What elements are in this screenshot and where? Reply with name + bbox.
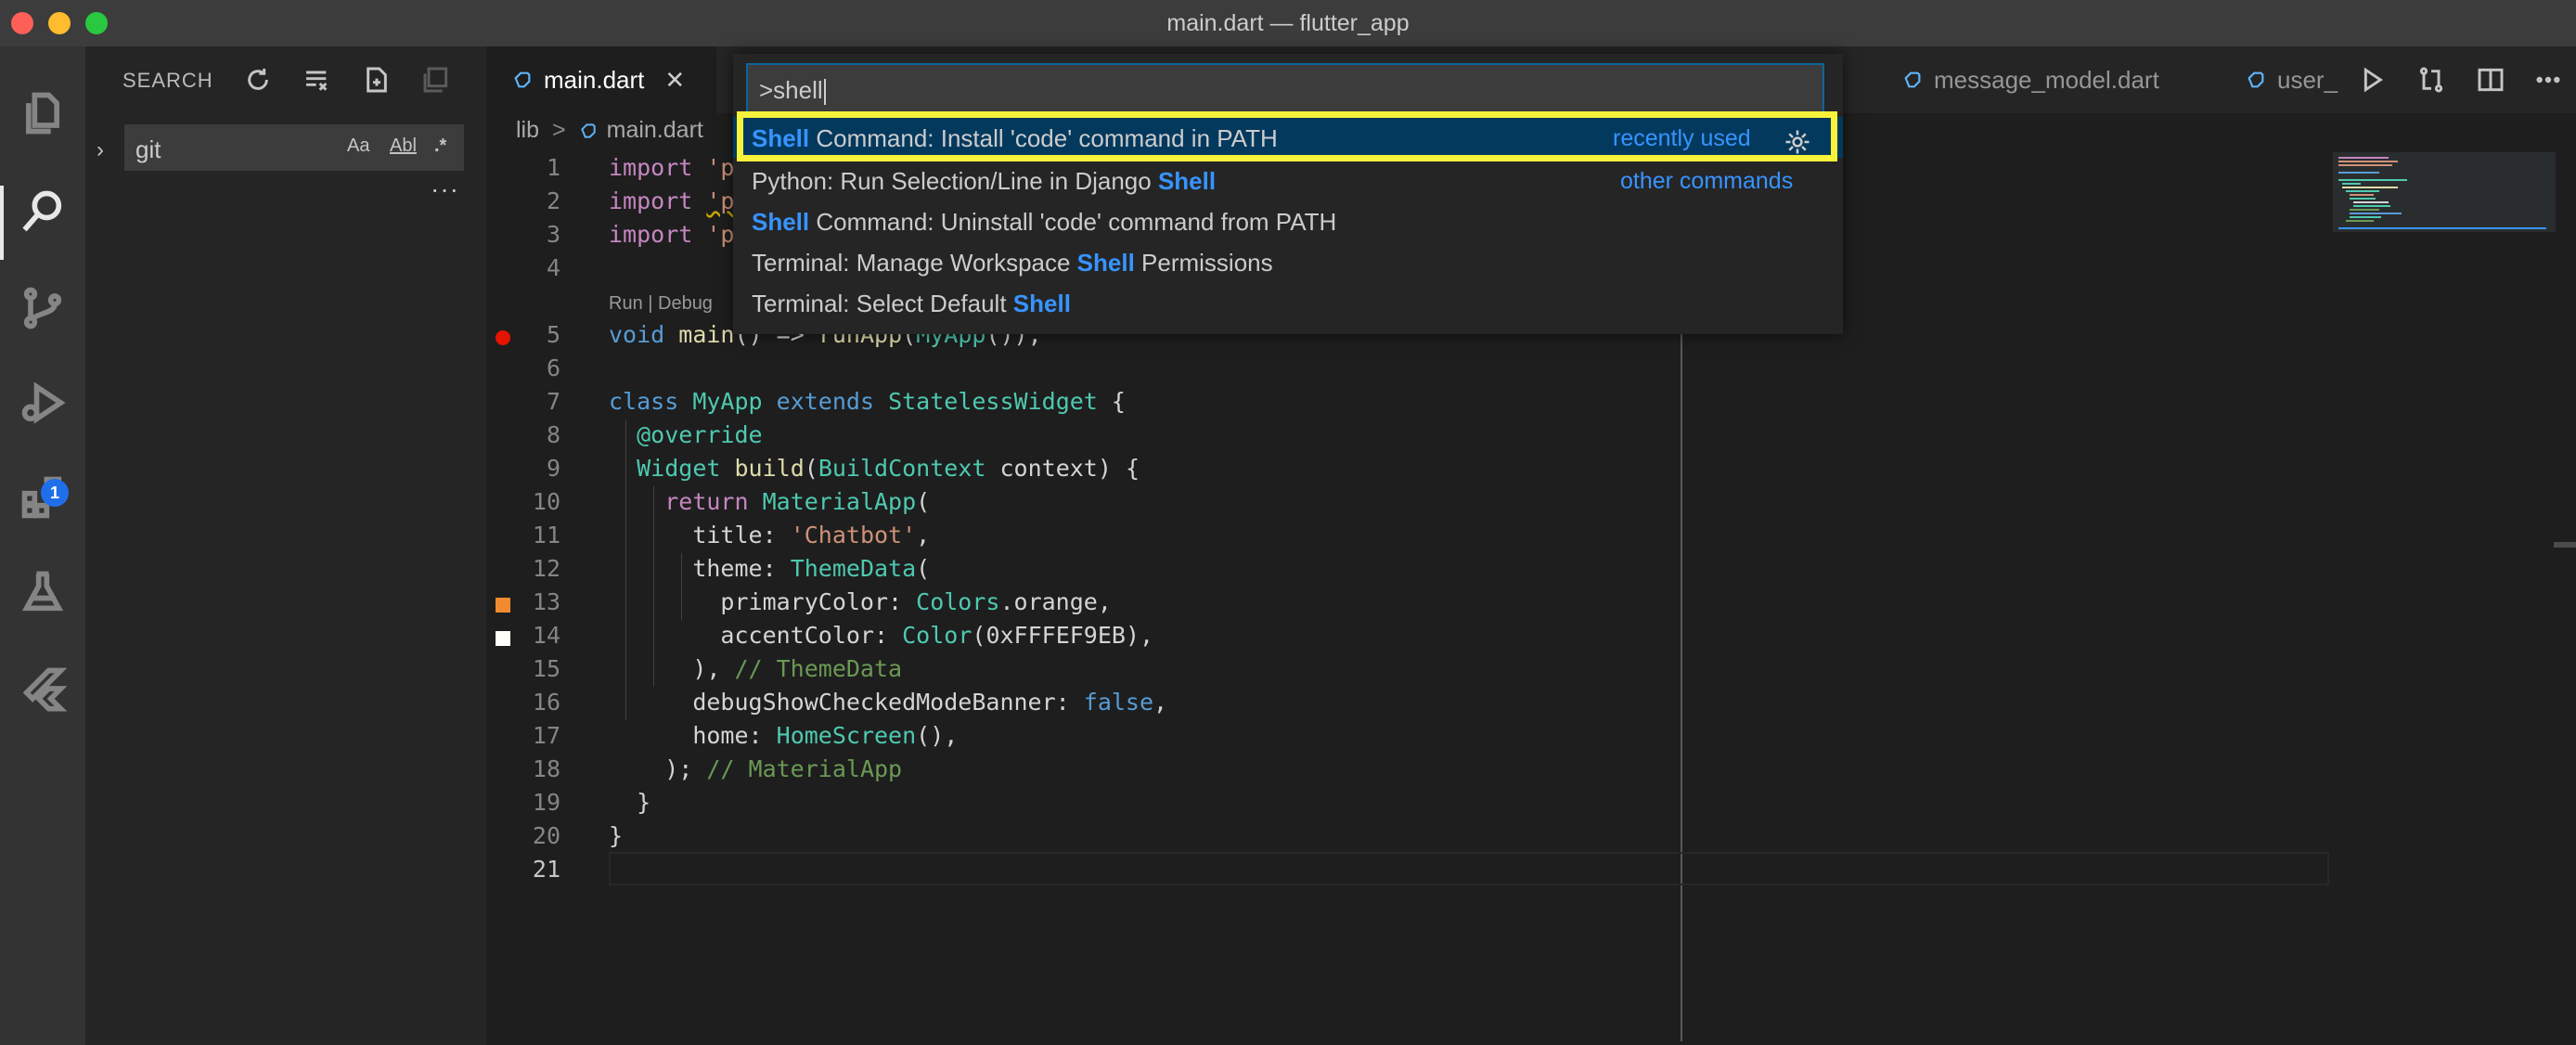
- regex-toggle[interactable]: .*: [434, 135, 446, 157]
- code-line: 15 ), // ThemeData: [532, 655, 903, 682]
- search-input[interactable]: git Aa Abl .*: [124, 124, 464, 171]
- testing-icon[interactable]: [17, 566, 69, 618]
- code-line: 14 accentColor: Color(0xFFFEF9EB),: [532, 622, 1154, 649]
- code-line: 6: [546, 355, 560, 381]
- search-icon[interactable]: [17, 186, 69, 238]
- code-line: 11 title: 'Chatbot',: [532, 522, 931, 548]
- dart-file-icon: [514, 71, 531, 88]
- explorer-icon[interactable]: [17, 87, 69, 139]
- code-line: 17 home: HomeScreen(),: [532, 722, 959, 749]
- text-cursor: [823, 79, 826, 106]
- breadcrumb: lib > main.dart: [516, 117, 703, 144]
- run-icon[interactable]: [2351, 59, 2392, 100]
- breadcrumb-separator: >: [552, 117, 566, 143]
- dart-file-icon: [2248, 71, 2264, 88]
- split-editor-icon[interactable]: [2470, 59, 2511, 100]
- annotation-highlight-box: [737, 111, 1837, 161]
- command-item-select-default-shell[interactable]: Terminal: Select Default Shell: [733, 282, 1843, 323]
- tab-label: message_model.dart: [1934, 65, 2159, 94]
- close-tab-icon[interactable]: ✕: [664, 66, 685, 95]
- more-options-icon[interactable]: ···: [431, 174, 459, 204]
- code-line: 12 theme: ThemeData(: [532, 555, 931, 582]
- minimize-window-button[interactable]: [48, 12, 71, 34]
- extensions-badge: 1: [41, 479, 69, 507]
- code-line: 20 }: [532, 822, 624, 849]
- new-search-editor-icon[interactable]: [360, 63, 393, 97]
- maximize-window-button[interactable]: [85, 12, 108, 34]
- codelens-run-debug[interactable]: Run | Debug: [609, 293, 713, 315]
- dart-file-icon: [580, 123, 596, 138]
- clear-results-icon[interactable]: [301, 63, 334, 97]
- tab-main-dart[interactable]: main.dart ✕: [486, 46, 716, 113]
- breadcrumb-file[interactable]: main.dart: [607, 117, 703, 144]
- tab-user[interactable]: user_: [2222, 46, 2338, 113]
- whole-word-toggle[interactable]: Abl: [390, 135, 417, 157]
- dart-file-icon: [1904, 71, 1921, 88]
- flutter-icon[interactable]: [17, 663, 69, 715]
- code-line: 10 return MaterialApp(: [532, 488, 931, 515]
- activity-bar: 1: [0, 46, 85, 1045]
- tab-label: user_: [2277, 65, 2338, 94]
- command-item-django-shell[interactable]: Python: Run Selection/Line in Django She…: [733, 160, 1843, 200]
- other-commands-label: other commands: [1620, 168, 1794, 194]
- title-bar: main.dart — flutter_app: [0, 0, 2576, 46]
- tab-label: main.dart: [544, 65, 645, 94]
- tab-message-model[interactable]: message_model.dart: [1874, 46, 2190, 113]
- collapse-all-icon: [419, 63, 453, 97]
- close-window-button[interactable]: [11, 12, 33, 34]
- minimap[interactable]: [2333, 152, 2556, 1041]
- active-indicator: [0, 186, 4, 260]
- command-item-uninstall-code[interactable]: Shell Command: Uninstall 'code' command …: [733, 200, 1843, 241]
- window-title: main.dart — flutter_app: [1166, 9, 1410, 36]
- search-input-value: git: [135, 135, 161, 163]
- command-palette-input[interactable]: >shell: [746, 63, 1824, 113]
- code-line: 9 Widget build(BuildContext context) {: [546, 455, 1140, 482]
- code-line: 19 }: [532, 789, 651, 816]
- run-debug-icon[interactable]: [17, 377, 69, 429]
- code-line: 21: [532, 856, 560, 883]
- code-line: 8 @override: [546, 421, 763, 448]
- command-input-value: >shell: [759, 76, 823, 104]
- more-actions-icon[interactable]: [2528, 59, 2569, 100]
- scrollbar-marker: [2554, 542, 2576, 548]
- code-line: 13 primaryColor: Colors.orange,: [532, 588, 1112, 615]
- code-line: 16 debugShowCheckedModeBanner: false,: [532, 689, 1168, 716]
- breadcrumb-folder[interactable]: lib: [516, 117, 539, 144]
- source-control-icon[interactable]: [17, 282, 69, 334]
- sidebar-title: SEARCH: [122, 69, 213, 92]
- code-line: 7 class MyApp extends StatelessWidget {: [546, 388, 1126, 415]
- search-sidebar: SEARCH › git Aa Abl .* ···: [85, 46, 486, 1045]
- compare-changes-icon[interactable]: [2411, 59, 2452, 100]
- code-line: 18 ); // MaterialApp: [532, 755, 903, 782]
- chevron-right-icon[interactable]: ›: [97, 137, 104, 163]
- command-item-manage-shell-permissions[interactable]: Terminal: Manage Workspace Shell Permiss…: [733, 241, 1843, 282]
- command-palette: >shell Shell Command: Install 'code' com…: [733, 54, 1843, 334]
- refresh-icon[interactable]: [241, 63, 275, 97]
- match-case-toggle[interactable]: Aa: [347, 135, 369, 157]
